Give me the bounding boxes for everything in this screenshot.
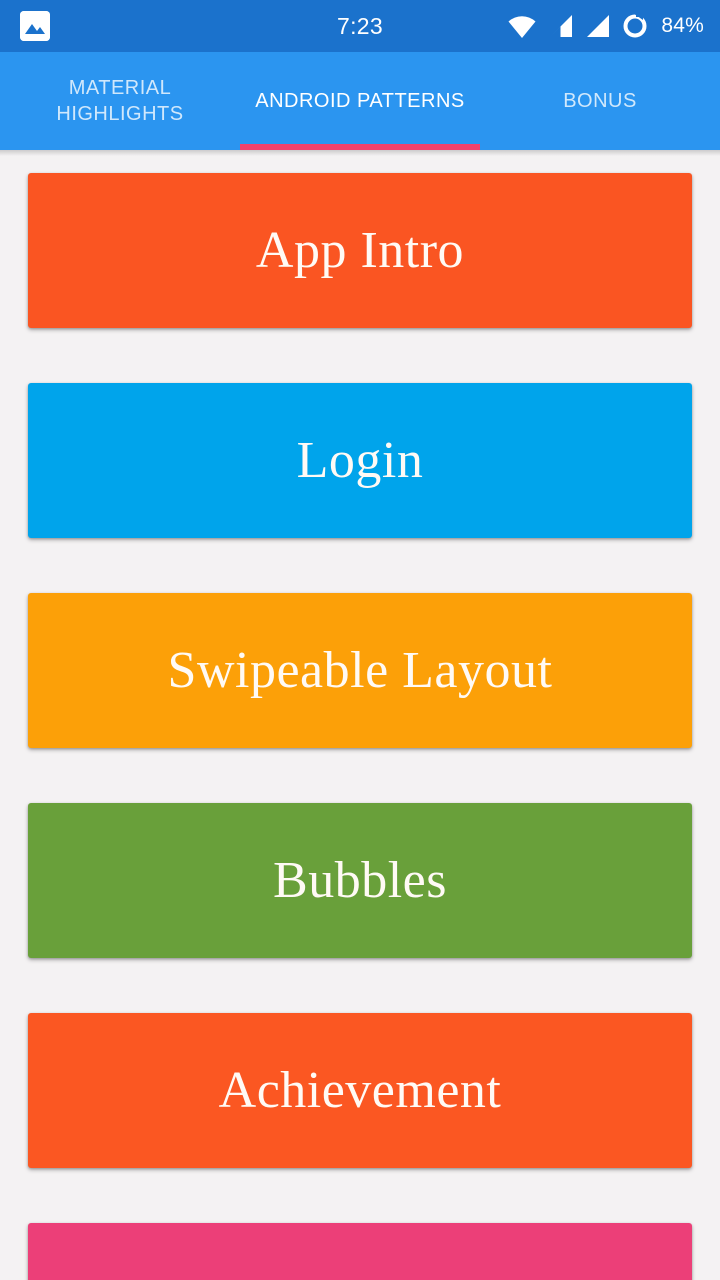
tab-material-highlights[interactable]: MATERIAL HIGHLIGHTS	[0, 52, 240, 150]
appbar-shadow	[0, 150, 720, 156]
card-login[interactable]: Login	[28, 383, 692, 538]
wifi-icon	[506, 13, 538, 39]
battery-percentage-label: 84%	[661, 14, 704, 37]
tab-label: ANDROID PATTERNS	[255, 90, 465, 112]
tab-android-patterns[interactable]: ANDROID PATTERNS	[240, 52, 480, 150]
card-label: Swipeable Layout	[167, 641, 553, 699]
card-achievement[interactable]: Achievement	[28, 1013, 692, 1168]
card-partial-bottom[interactable]	[28, 1223, 692, 1280]
tab-active-indicator	[240, 144, 480, 150]
card-bubbles[interactable]: Bubbles	[28, 803, 692, 958]
card-label: Login	[296, 431, 424, 489]
signal-two-icon	[584, 13, 612, 39]
tab-label: BONUS	[563, 90, 637, 112]
card-label: App Intro	[255, 221, 465, 279]
android-app-screen: 7:23 84% MATERIAL HIGHLIGHTS ANDROID PAT…	[0, 0, 720, 1280]
tab-bar: MATERIAL HIGHLIGHTS ANDROID PATTERNS BON…	[0, 52, 720, 150]
status-bar-right: 84%	[506, 12, 704, 40]
card-swipeable-layout[interactable]: Swipeable Layout	[28, 593, 692, 748]
card-app-intro[interactable]: App Intro	[28, 173, 692, 328]
card-label: Achievement	[218, 1061, 502, 1119]
pattern-card-list[interactable]: App Intro Login Swipeable Layout Bubbles…	[0, 150, 720, 1280]
tab-bonus[interactable]: BONUS	[480, 52, 720, 150]
card-label: Bubbles	[273, 851, 447, 909]
battery-ring-icon	[621, 12, 649, 40]
signal-one-icon	[547, 13, 575, 39]
status-bar: 7:23 84%	[0, 0, 720, 52]
tab-label: MATERIAL HIGHLIGHTS	[56, 77, 184, 125]
